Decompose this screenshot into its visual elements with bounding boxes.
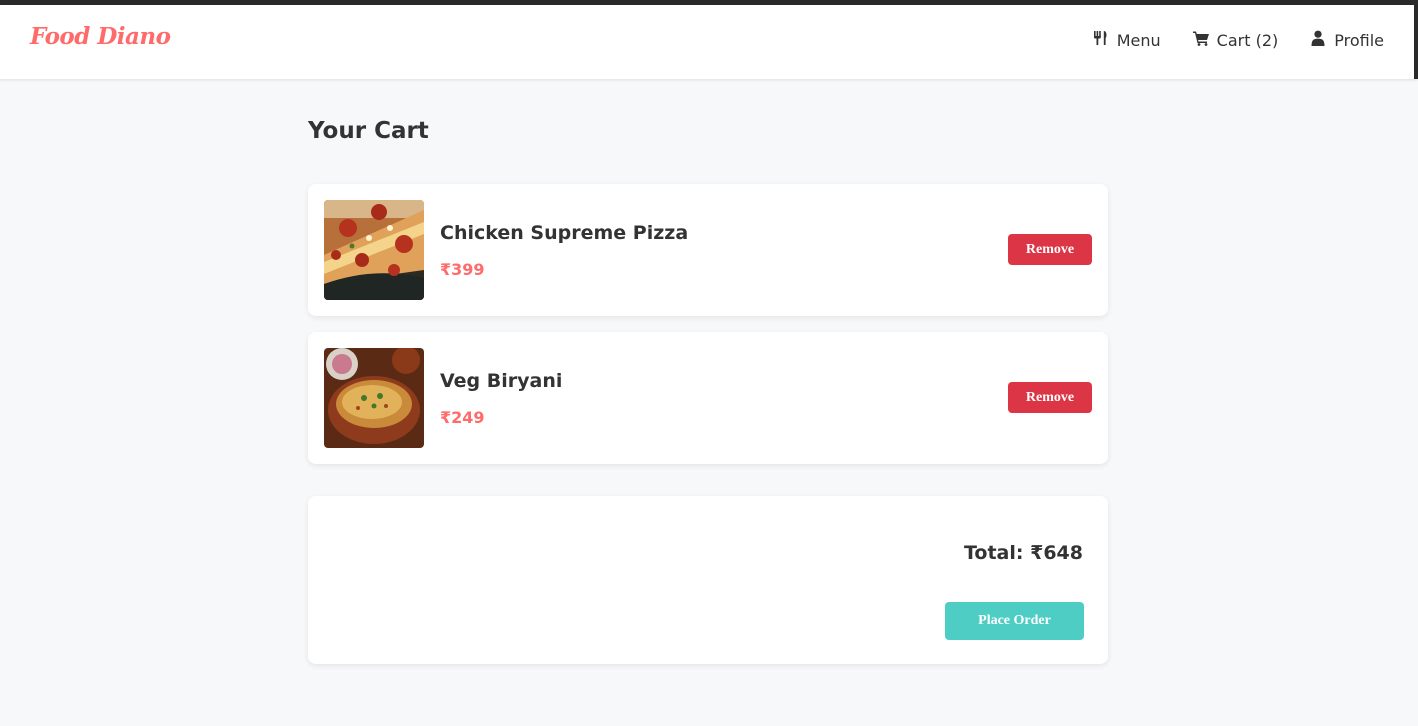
item-price: ₹249 bbox=[440, 408, 485, 427]
nav-profile-label: Profile bbox=[1334, 30, 1384, 50]
biryani-image bbox=[324, 348, 424, 448]
brand-logo[interactable]: Food Diano bbox=[30, 23, 171, 50]
utensils-icon bbox=[1093, 30, 1109, 50]
remove-button[interactable]: Remove bbox=[1008, 382, 1092, 413]
place-order-button[interactable]: Place Order bbox=[945, 602, 1084, 640]
item-name: Chicken Supreme Pizza bbox=[440, 222, 689, 244]
item-name: Veg Biryani bbox=[440, 370, 563, 392]
user-icon bbox=[1310, 30, 1326, 50]
cart-item: Chicken Supreme Pizza ₹399 Remove bbox=[308, 184, 1108, 316]
pizza-image bbox=[324, 200, 424, 300]
nav-profile-link[interactable]: Profile bbox=[1310, 30, 1384, 50]
page-title: Your Cart bbox=[308, 118, 429, 144]
nav-menu-link[interactable]: Menu bbox=[1093, 30, 1161, 50]
cart-item: Veg Biryani ₹249 Remove bbox=[308, 332, 1108, 464]
nav-cart-label: Cart (2) bbox=[1216, 30, 1279, 50]
main-nav: Menu Cart (2) Profile bbox=[1093, 30, 1384, 50]
item-price: ₹399 bbox=[440, 260, 485, 279]
navbar: Food Diano Menu Cart (2) Profile bbox=[0, 5, 1418, 79]
nav-cart-link[interactable]: Cart (2) bbox=[1192, 30, 1279, 50]
order-summary: Total: ₹648 Place Order bbox=[308, 496, 1108, 664]
cart-icon bbox=[1192, 30, 1209, 50]
remove-button[interactable]: Remove bbox=[1008, 234, 1092, 265]
order-total: Total: ₹648 bbox=[963, 542, 1083, 564]
nav-menu-label: Menu bbox=[1116, 30, 1161, 50]
